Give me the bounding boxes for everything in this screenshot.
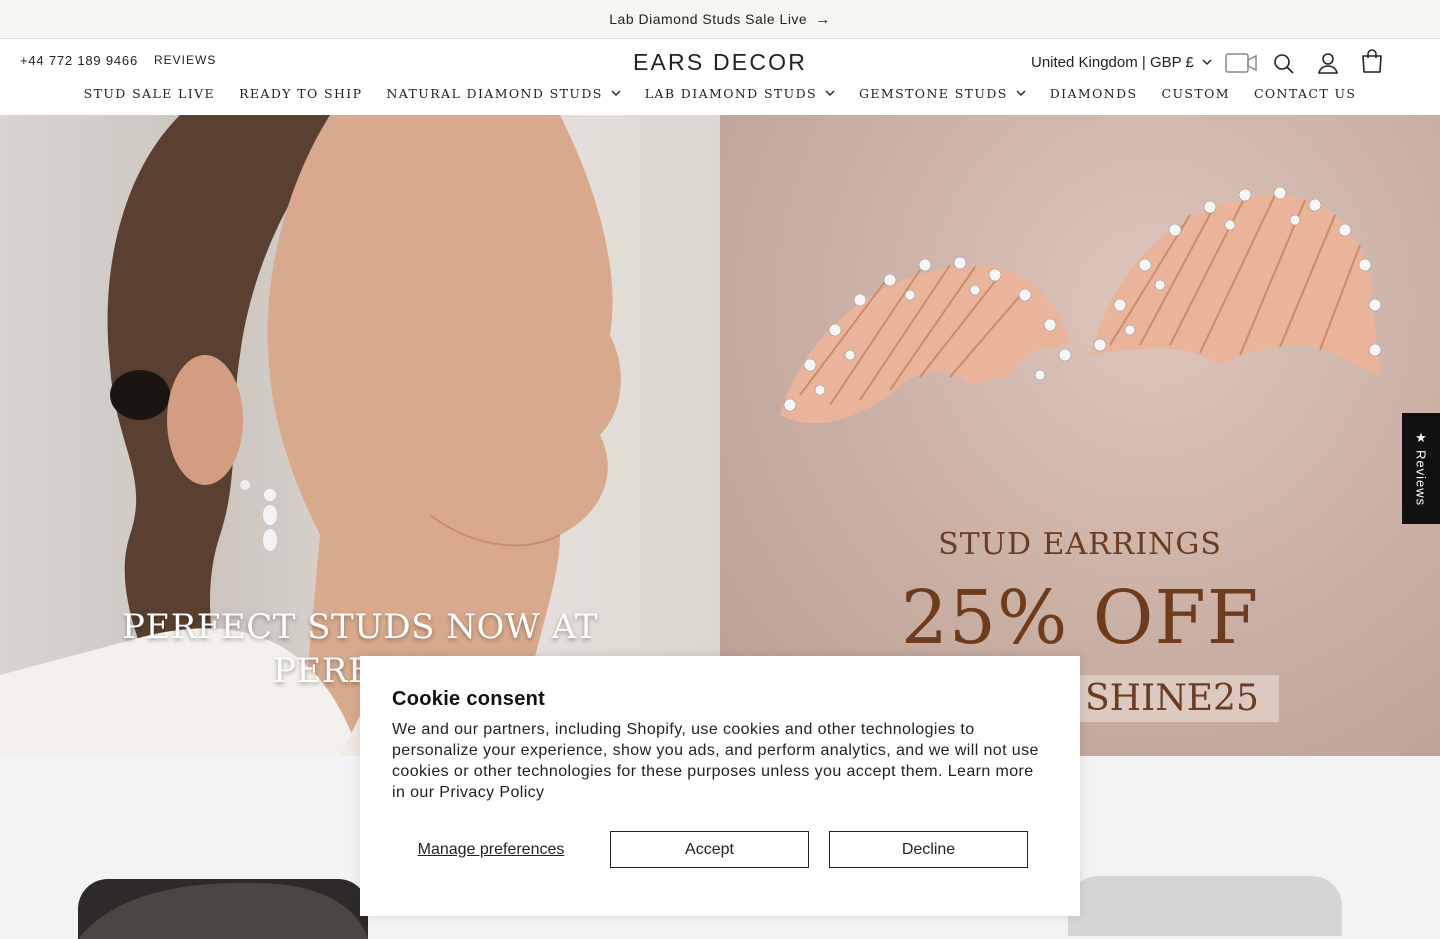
chevron-down-icon bbox=[1202, 59, 1212, 65]
reviews-side-tab-label: Reviews bbox=[1413, 450, 1429, 507]
manage-preferences-link[interactable]: Manage preferences bbox=[392, 831, 590, 868]
promo-headline: STUD EARRINGS bbox=[938, 527, 1222, 562]
nav-item-label: GEMSTONE STUDS bbox=[859, 86, 1008, 101]
featured-image-left[interactable] bbox=[78, 879, 368, 939]
chevron-down-icon bbox=[825, 90, 835, 96]
nav-item-gemstone-studs[interactable]: GEMSTONE STUDS bbox=[859, 86, 1026, 101]
nav-item-label: DIAMONDS bbox=[1049, 86, 1138, 101]
promo-discount: 25% OFF bbox=[900, 575, 1260, 661]
cookie-consent-dialog: Cookie consent We and our partners, incl… bbox=[360, 656, 1080, 916]
main-nav: STUD SALE LIVE READY TO SHIP NATURAL DIA… bbox=[0, 86, 1440, 101]
nav-item-stud-sale-live[interactable]: STUD SALE LIVE bbox=[84, 86, 215, 101]
video-icon[interactable] bbox=[1225, 52, 1257, 74]
decline-button[interactable]: Decline bbox=[829, 831, 1028, 868]
nav-item-diamonds[interactable]: DIAMONDS bbox=[1050, 86, 1138, 101]
store-logo[interactable]: EARS DECOR bbox=[633, 49, 807, 75]
nav-item-label: READY TO SHIP bbox=[239, 86, 363, 101]
country-selector-label: United Kingdom | GBP £ bbox=[1031, 54, 1194, 71]
site-header: +44 772 189 9466 REVIEWS EARS DECOR Unit… bbox=[0, 39, 1440, 115]
cookie-body: We and our partners, including Shopify, … bbox=[392, 721, 1039, 801]
featured-image-right[interactable] bbox=[1068, 876, 1342, 936]
arrow-right-icon: → bbox=[815, 10, 831, 28]
nav-item-label: CUSTOM bbox=[1161, 86, 1230, 101]
account-icon[interactable] bbox=[1317, 51, 1339, 75]
cart-icon[interactable] bbox=[1360, 48, 1384, 74]
nav-item-custom[interactable]: CUSTOM bbox=[1161, 86, 1229, 101]
announcement-bar[interactable]: Lab Diamond Studs Sale Live → bbox=[0, 0, 1440, 39]
nav-item-label: CONTACT US bbox=[1253, 86, 1357, 101]
accept-button[interactable]: Accept bbox=[610, 831, 809, 868]
nav-item-label: LAB DIAMOND STUDS bbox=[644, 86, 817, 101]
nav-item-label: NATURAL DIAMOND STUDS bbox=[386, 86, 603, 101]
hero-left-line1: PERFECT STUDS NOW AT bbox=[122, 607, 598, 647]
search-icon[interactable] bbox=[1273, 53, 1295, 75]
nav-item-natural-diamond-studs[interactable]: NATURAL DIAMOND STUDS bbox=[386, 86, 621, 101]
chevron-down-icon bbox=[611, 90, 621, 96]
country-selector[interactable]: United Kingdom | GBP £ bbox=[1031, 54, 1212, 71]
nav-item-contact-us[interactable]: CONTACT US bbox=[1254, 86, 1356, 101]
nav-item-label: STUD SALE LIVE bbox=[83, 86, 216, 101]
nav-item-lab-diamond-studs[interactable]: LAB DIAMOND STUDS bbox=[645, 86, 835, 101]
reviews-link[interactable]: REVIEWS bbox=[154, 53, 216, 67]
chevron-down-icon bbox=[1016, 90, 1026, 96]
hair-illustration bbox=[78, 882, 368, 939]
announcement-text[interactable]: Lab Diamond Studs Sale Live bbox=[609, 11, 807, 27]
cookie-actions: Manage preferences Accept Decline bbox=[392, 831, 1048, 868]
promo-code: SHINE25 bbox=[1065, 675, 1279, 722]
phone-link[interactable]: +44 772 189 9466 bbox=[20, 53, 138, 68]
star-icon: ★ bbox=[1415, 430, 1427, 446]
cookie-title: Cookie consent bbox=[392, 688, 546, 710]
reviews-side-tab[interactable]: ★ Reviews bbox=[1402, 413, 1440, 524]
nav-item-ready-to-ship[interactable]: READY TO SHIP bbox=[239, 86, 362, 101]
